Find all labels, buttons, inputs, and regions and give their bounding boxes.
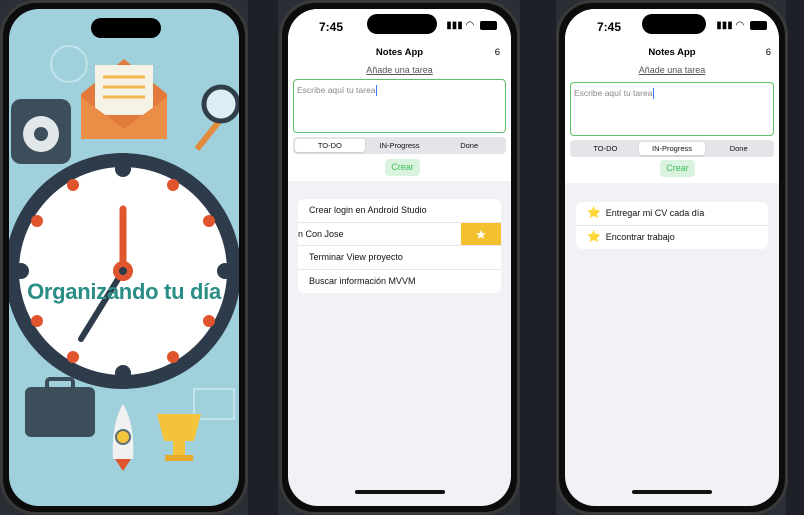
task-label: Buscar información MVVM bbox=[309, 275, 416, 286]
task-row-swiped[interactable]: n Con Jose ★ bbox=[298, 222, 501, 246]
status-time: 7:45 bbox=[319, 20, 344, 34]
nav-title: Notes App bbox=[648, 47, 696, 58]
segment-done[interactable]: Done bbox=[434, 139, 504, 152]
segment-in-progress[interactable]: IN-Progress bbox=[638, 142, 706, 155]
status-segmented-control[interactable]: TO-DO IN-Progress Done bbox=[570, 140, 774, 157]
background-code-strip bbox=[248, 0, 278, 515]
add-task-link[interactable]: Añade una tarea bbox=[565, 65, 779, 75]
task-label: Encontrar trabajo bbox=[605, 231, 675, 242]
task-label: n Con Jose bbox=[298, 228, 344, 239]
task-input-placeholder: Escribe aquí tu tarea bbox=[297, 85, 376, 95]
home-indicator bbox=[632, 490, 712, 494]
task-row[interactable]: Crear login en Android Studio bbox=[298, 199, 501, 223]
briefcase-icon bbox=[25, 377, 95, 437]
wifi-icon: ◠ bbox=[465, 20, 475, 31]
magnifier-icon bbox=[194, 84, 239, 151]
home-indicator bbox=[354, 490, 445, 494]
wifi-icon: ◠ bbox=[735, 20, 745, 31]
segment-done[interactable]: Done bbox=[705, 142, 772, 155]
task-label: Entregar mi CV cada día bbox=[605, 208, 705, 218]
signal-icon: ▮▮▮ bbox=[446, 20, 463, 31]
rocket-icon bbox=[112, 404, 134, 471]
task-list: ⭐ Entregar mi CV cada día ⭐ Encontrar trab… bbox=[576, 202, 768, 249]
status-icons: ▮▮▮ ◠ bbox=[446, 20, 497, 31]
task-list: Crear login en Android Studio n Con Jose… bbox=[298, 199, 501, 293]
envelope-icon bbox=[81, 59, 167, 139]
nav-title: Notes App bbox=[375, 47, 424, 58]
text-caret bbox=[376, 85, 378, 96]
create-button[interactable]: Crear bbox=[660, 160, 695, 177]
dynamic-island bbox=[367, 14, 437, 34]
battery-icon bbox=[480, 20, 497, 30]
app-screen-in-progress: 7:45 ▮▮▮ ◠ Notes App 6 Añade una tarea E… bbox=[565, 9, 779, 506]
task-row[interactable]: Buscar información MVVM bbox=[298, 270, 501, 294]
trophy-icon bbox=[157, 414, 201, 461]
clock-icon bbox=[9, 153, 239, 389]
task-label: Terminar View proyecto bbox=[309, 252, 403, 262]
segment-todo[interactable]: TO-DO bbox=[295, 139, 365, 152]
task-input[interactable]: Escribe aquí tu tarea bbox=[570, 82, 774, 136]
signal-icon: ▮▮▮ bbox=[716, 20, 733, 31]
task-label: Crear login en Android Studio bbox=[309, 205, 427, 215]
dynamic-island bbox=[642, 14, 706, 34]
status-segmented-control[interactable]: TO-DO IN-Progress Done bbox=[293, 137, 506, 154]
segment-todo[interactable]: TO-DO bbox=[572, 142, 639, 155]
add-task-link[interactable]: Añade una tarea bbox=[288, 65, 511, 75]
text-caret bbox=[653, 88, 655, 99]
splash-title: Organizando tu día bbox=[27, 279, 221, 304]
background-code-strip bbox=[786, 0, 804, 515]
status-time: 7:45 bbox=[597, 20, 622, 34]
dynamic-island bbox=[91, 18, 161, 38]
app-screen-todo: 7:45 ▮▮▮ ◠ Notes App 6 Añade una tarea E… bbox=[288, 9, 511, 506]
create-button[interactable]: Crear bbox=[385, 159, 420, 176]
status-icons: ▮▮▮ ◠ bbox=[716, 20, 767, 31]
task-input[interactable]: Escribe aquí tu tarea bbox=[293, 79, 506, 133]
task-count: 6 bbox=[494, 47, 500, 58]
splash-screen: Organizando tu día bbox=[9, 9, 239, 506]
star-icon: ⭐ bbox=[587, 230, 601, 243]
task-row[interactable]: Terminar View proyecto bbox=[298, 246, 501, 270]
favorite-action-button[interactable]: ★ bbox=[461, 222, 501, 245]
phone-in-progress: 7:45 ▮▮▮ ◠ Notes App 6 Añade una tarea E… bbox=[556, 0, 788, 515]
task-row[interactable]: ⭐ Entregar mi CV cada día bbox=[576, 202, 768, 226]
segment-in-progress[interactable]: IN-Progress bbox=[365, 139, 435, 152]
phone-todo: 7:45 ▮▮▮ ◠ Notes App 6 Añade una tarea E… bbox=[279, 0, 520, 515]
battery-icon bbox=[750, 20, 767, 30]
phone-splash: Organizando tu día bbox=[0, 0, 248, 515]
star-icon: ★ bbox=[475, 226, 487, 242]
task-count: 6 bbox=[765, 47, 771, 58]
task-row[interactable]: ⭐ Encontrar trabajo bbox=[576, 226, 768, 250]
splash-illustration bbox=[9, 45, 239, 471]
star-icon: ⭐ bbox=[587, 207, 601, 219]
background-code-strip bbox=[520, 0, 556, 515]
telephone-icon bbox=[11, 99, 71, 164]
task-input-placeholder: Escribe aquí tu tarea bbox=[574, 88, 653, 98]
